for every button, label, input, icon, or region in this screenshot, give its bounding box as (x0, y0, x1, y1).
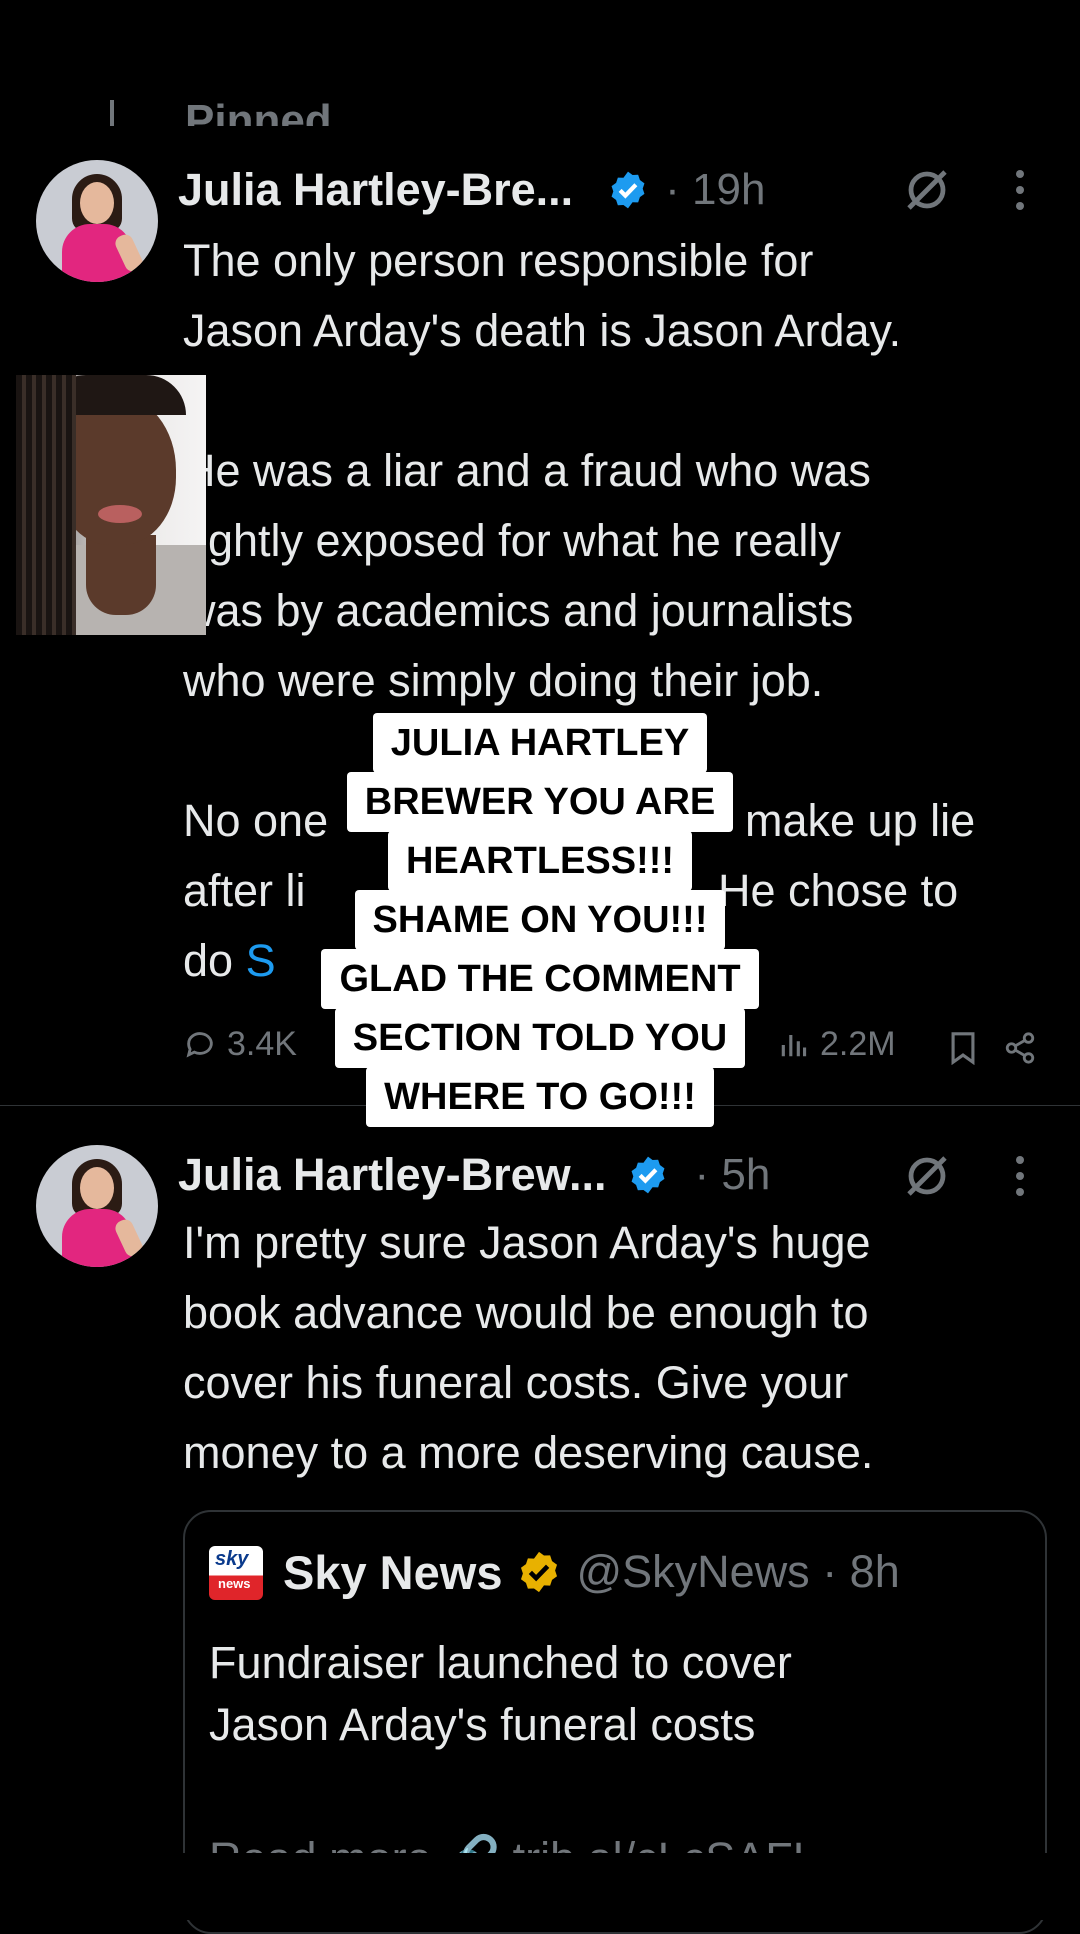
author-name[interactable]: Julia Hartley-Brew... (178, 1149, 607, 1201)
quoted-header: Sky News @SkyNews · 8h (283, 1542, 900, 1602)
grok-icon[interactable] (903, 1152, 951, 1200)
caption-line: JULIA HARTLEY (372, 713, 708, 773)
quoted-author-name: Sky News (283, 1545, 503, 1599)
caption-line: SECTION TOLD YOU (334, 1008, 746, 1068)
caption-line: GLAD THE COMMENT (321, 949, 759, 1009)
quoted-text: Fundraiser launched to cover Jason Arday… (209, 1637, 792, 1750)
caption-line: WHERE TO GO!!! (366, 1067, 714, 1127)
caption-line: HEARTLESS!!! (387, 831, 693, 891)
bottom-crop (0, 1853, 1080, 1920)
tweet-header: Julia Hartley-Brew... · 5h (178, 1145, 770, 1205)
verified-badge-icon (631, 1156, 664, 1194)
more-options-icon[interactable] (1015, 1154, 1025, 1198)
sky-news-logo: sky news (209, 1546, 263, 1600)
timestamp[interactable]: · 5h (695, 1150, 771, 1200)
tweet-text: I'm pretty sure Jason Arday's huge book … (183, 1217, 874, 1478)
quoted-handle-time: @SkyNews · 8h (576, 1546, 900, 1597)
caption-line: BREWER YOU ARE (346, 772, 734, 832)
caption-overlay: JULIA HARTLEY BREWER YOU ARE HEARTLESS!!… (0, 713, 1080, 1127)
creator-overlay-image (16, 375, 206, 635)
avatar[interactable] (36, 1145, 158, 1267)
caption-line: SHAME ON YOU!!! (354, 890, 726, 950)
gold-verified-badge-icon (521, 1551, 558, 1593)
